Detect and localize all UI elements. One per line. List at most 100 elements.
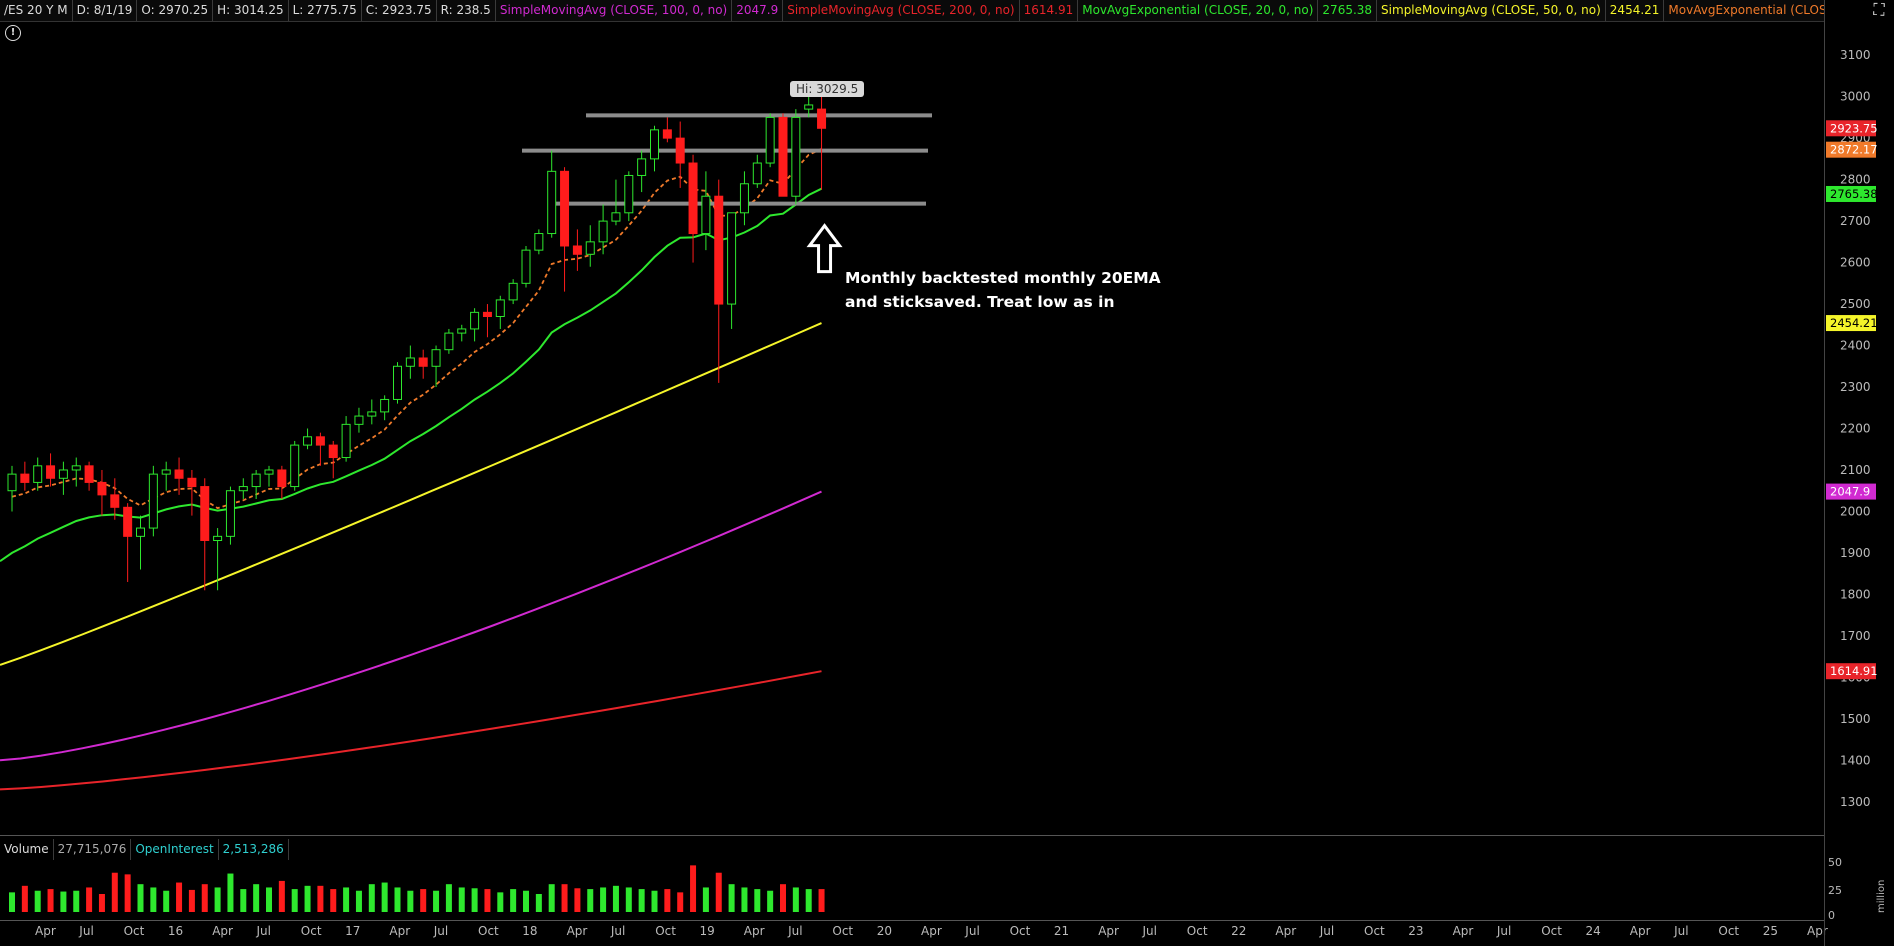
volume-chart-svg[interactable]: 50 25 0 million <box>0 855 1894 920</box>
time-tick-1: Jul <box>78 924 93 938</box>
candle-body-45 <box>585 241 595 255</box>
time-tick-30: Oct <box>1364 924 1385 938</box>
volume-bar-37 <box>484 889 491 912</box>
candle-body-37 <box>482 311 492 318</box>
time-tick-8: Apr <box>389 924 410 938</box>
annotation-line-2: and sticksaved. Treat low as in <box>845 293 1115 311</box>
candle-body-63 <box>817 108 827 129</box>
price-badge-text-4: 2047.9 <box>1830 485 1870 499</box>
study-header-bar: /ES 20 Y M D: 8/1/19 O: 2970.25 H: 3014.… <box>0 0 1824 22</box>
volume-bar-31 <box>407 890 414 912</box>
volume-bar-61 <box>792 887 799 912</box>
volume-bar-50 <box>651 890 658 912</box>
candle-body-22 <box>290 444 300 488</box>
volume-bar-20 <box>266 887 272 912</box>
study-value-2: 2765.38 <box>1318 0 1378 21</box>
candle-body-50 <box>650 129 659 160</box>
price-tick-13: 1800 <box>1840 587 1871 601</box>
volume-bar-33 <box>433 890 440 912</box>
candle-body-57 <box>739 183 749 214</box>
price-tick-12: 1900 <box>1840 546 1871 560</box>
volume-bar-28 <box>368 884 375 912</box>
price-chart[interactable]: 3100 3000 2900 2800 2700 2600 2500 2400 2300 2200… <box>0 22 1878 835</box>
candle-body-62 <box>804 104 814 110</box>
high-price-label: Hi: 3029.5 <box>790 81 865 97</box>
price-tick-4: 2700 <box>1840 214 1871 228</box>
candle-body-29 <box>380 398 390 413</box>
pane-divider[interactable] <box>0 835 1824 836</box>
time-tick-25: Jul <box>1142 924 1157 938</box>
volume-bar-5 <box>73 890 80 912</box>
volume-bar-1 <box>21 885 28 912</box>
volume-bar-34 <box>445 884 452 912</box>
study-label-4[interactable]: MovAvgExponential (CLOSE, 8, 0, no) <box>1664 0 1824 21</box>
candle-body-19 <box>251 473 261 488</box>
volume-bar-56 <box>728 884 735 912</box>
volume-bar-14 <box>188 889 195 912</box>
info-icon[interactable]: ! <box>5 25 21 41</box>
volume-tick-0: 50 <box>1828 856 1842 869</box>
volume-bar-59 <box>767 890 774 912</box>
volume-bar-30 <box>394 887 401 912</box>
candle-body-3 <box>46 465 56 479</box>
volume-bar-40 <box>523 890 529 912</box>
time-tick-23: 21 <box>1054 924 1069 938</box>
volume-bar-38 <box>497 892 504 912</box>
study-label-3[interactable]: SimpleMovingAvg (CLOSE, 50, 0, no) <box>1377 0 1606 21</box>
price-tick-5: 2600 <box>1840 256 1871 270</box>
candle-body-26 <box>341 423 351 459</box>
time-tick-10: Oct <box>478 924 499 938</box>
volume-bar-26 <box>343 887 350 912</box>
time-tick-4: Apr <box>212 924 233 938</box>
price-tick-16: 1500 <box>1840 712 1871 726</box>
price-chart-svg: 3100300029002800270026002500240023002200… <box>0 48 1878 809</box>
candle-body-32 <box>418 357 428 367</box>
price-badge-text-1: 2872.17 <box>1830 143 1878 157</box>
candle-body-35 <box>457 328 467 334</box>
time-tick-21: Jul <box>964 924 979 938</box>
volume-bar-2 <box>34 890 41 912</box>
time-tick-31: 23 <box>1408 924 1423 938</box>
candle-body-12 <box>161 469 171 475</box>
candle-body-59 <box>765 116 775 164</box>
volume-bar-60 <box>780 884 786 912</box>
study-label-1[interactable]: SimpleMovingAvg (CLOSE, 200, 0, no) <box>783 0 1020 21</box>
volume-bar-12 <box>163 890 170 912</box>
close-readout: C: 2923.75 <box>362 0 437 21</box>
volume-bar-45 <box>587 889 594 912</box>
volume-bar-21 <box>278 880 285 912</box>
candle-body-28 <box>367 411 377 417</box>
candle-body-43 <box>560 170 570 247</box>
price-tick-18: 1300 <box>1840 795 1871 809</box>
candle-body-1 <box>20 473 30 483</box>
time-tick-27: 22 <box>1231 924 1246 938</box>
candle-body-41 <box>534 233 544 251</box>
time-tick-37: Jul <box>1673 924 1688 938</box>
symbol-label[interactable]: /ES 20 Y M <box>0 0 73 21</box>
time-tick-39: 25 <box>1763 924 1778 938</box>
candle-body-23 <box>303 436 313 446</box>
study-legend: SimpleMovingAvg (CLOSE, 100, 0, no) 2047.… <box>496 0 1824 21</box>
volume-bar-63 <box>818 889 825 912</box>
study-value-0: 2047.9 <box>732 0 784 21</box>
study-label-0[interactable]: SimpleMovingAvg (CLOSE, 100, 0, no) <box>496 0 733 21</box>
chart-settings-icon[interactable]: ⛶ <box>1866 0 1892 22</box>
volume-bar-23 <box>304 885 311 912</box>
volume-bar-52 <box>677 892 684 912</box>
candle-body-15 <box>200 486 210 541</box>
price-tick-0: 3100 <box>1840 48 1871 62</box>
time-tick-19: 20 <box>877 924 892 938</box>
time-axis[interactable]: Apr Jul Oct 16 Apr Jul Oct 17 Apr Jul Oct 18 Apr Jul O… <box>0 920 1894 946</box>
time-tick-7: 17 <box>345 924 360 938</box>
candle-body-9 <box>123 506 133 537</box>
candle-body-17 <box>225 490 235 537</box>
volume-bar-18 <box>240 889 247 912</box>
price-badge-text-3: 2454.21 <box>1830 316 1878 330</box>
price-tick-8: 2300 <box>1840 380 1871 394</box>
candle-body-14 <box>187 477 197 488</box>
time-tick-17: Jul <box>787 924 802 938</box>
candle-body-38 <box>495 299 505 318</box>
candle-body-36 <box>470 311 480 330</box>
study-label-2[interactable]: MovAvgExponential (CLOSE, 20, 0, no) <box>1078 0 1319 21</box>
time-tick-36: Apr <box>1630 924 1651 938</box>
